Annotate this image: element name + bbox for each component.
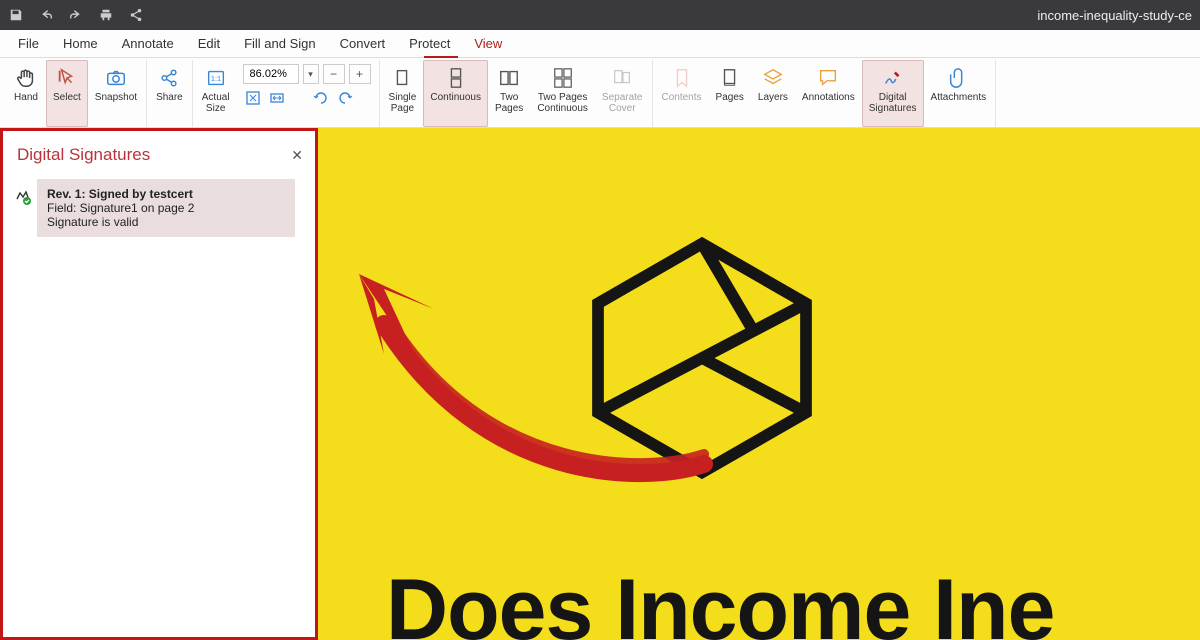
digital-signatures-label: Digital Signatures xyxy=(869,93,917,114)
two-pages-continuous-button[interactable]: Two Pages Continuous xyxy=(530,60,595,127)
fit-width-icon[interactable] xyxy=(267,88,287,108)
digital-signatures-button[interactable]: Digital Signatures xyxy=(862,60,924,127)
continuous-icon xyxy=(443,65,469,91)
actual-size-icon: 1:1 xyxy=(203,65,229,91)
annotations-button[interactable]: Annotations xyxy=(795,60,862,127)
zoom-input[interactable] xyxy=(243,64,299,84)
zoom-group: ▾ − + xyxy=(237,60,377,127)
attachments-label: Attachments xyxy=(931,93,987,104)
menu-home[interactable]: Home xyxy=(51,30,110,57)
valid-signature-icon xyxy=(15,189,31,205)
two-pages-icon xyxy=(496,65,522,91)
select-tool-button[interactable]: Select xyxy=(46,60,88,127)
share-icon[interactable] xyxy=(128,7,144,23)
layers-icon xyxy=(760,65,786,91)
signature-title: Rev. 1: Signed by testcert xyxy=(47,187,285,201)
pages-label: Pages xyxy=(716,93,744,104)
pages-icon xyxy=(717,65,743,91)
hand-label: Hand xyxy=(14,93,38,104)
document-viewport[interactable]: Does Income Ine xyxy=(318,128,1200,640)
menu-view[interactable]: View xyxy=(462,30,514,57)
menu-file[interactable]: File xyxy=(6,30,51,57)
select-label: Select xyxy=(53,93,81,104)
content-area: Digital Signatures ✕ Rev. 1: Signed by t… xyxy=(0,128,1200,640)
digital-signatures-panel: Digital Signatures ✕ Rev. 1: Signed by t… xyxy=(0,128,318,640)
zoom-dropdown[interactable]: ▾ xyxy=(303,64,319,84)
snapshot-label: Snapshot xyxy=(95,93,137,104)
separate-cover-button[interactable]: Separate Cover xyxy=(595,60,650,127)
layers-button[interactable]: Layers xyxy=(751,60,795,127)
redo-icon[interactable] xyxy=(68,7,84,23)
undo-icon[interactable] xyxy=(38,7,54,23)
share-button[interactable]: Share xyxy=(149,60,190,127)
signature-icon xyxy=(880,65,906,91)
continuous-button[interactable]: Continuous xyxy=(423,60,488,127)
hand-icon xyxy=(13,65,39,91)
two-pages-continuous-label: Two Pages Continuous xyxy=(537,93,588,114)
separate-cover-label: Separate Cover xyxy=(602,93,643,114)
contents-label: Contents xyxy=(662,93,702,104)
signature-status: Signature is valid xyxy=(47,215,285,229)
svg-text:1:1: 1:1 xyxy=(211,74,221,83)
share-label: Share xyxy=(156,93,183,104)
menu-annotate[interactable]: Annotate xyxy=(110,30,186,57)
close-icon[interactable]: ✕ xyxy=(291,147,303,164)
bookmark-icon xyxy=(669,65,695,91)
save-icon[interactable] xyxy=(8,7,24,23)
pages-button[interactable]: Pages xyxy=(709,60,751,127)
active-tab-underline xyxy=(424,56,458,58)
continuous-label: Continuous xyxy=(430,93,481,104)
zoom-out-button[interactable]: − xyxy=(323,64,345,84)
signature-entry[interactable]: Rev. 1: Signed by testcert Field: Signat… xyxy=(37,179,295,237)
menubar: File Home Annotate Edit Fill and Sign Co… xyxy=(0,30,1200,58)
fit-page-icon[interactable] xyxy=(243,88,263,108)
single-page-label: Single Page xyxy=(389,93,417,114)
titlebar: income-inequality-study-ce xyxy=(0,0,1200,30)
cursor-icon xyxy=(54,65,80,91)
hexagon-logo xyxy=(572,228,832,488)
document-headline: Does Income Ine xyxy=(386,561,1054,640)
paperclip-icon xyxy=(945,65,971,91)
rotate-ccw-icon[interactable] xyxy=(311,88,331,108)
hand-tool-button[interactable]: Hand xyxy=(6,60,46,127)
single-page-icon xyxy=(389,65,415,91)
two-pages-label: Two Pages xyxy=(495,93,523,114)
ribbon: Hand Select Snapshot Share 1:1 Actual Si… xyxy=(0,58,1200,128)
menu-protect[interactable]: Protect xyxy=(397,30,462,57)
actual-size-label: Actual Size xyxy=(202,93,230,114)
panel-title: Digital Signatures xyxy=(17,145,150,165)
annotations-label: Annotations xyxy=(802,93,855,104)
two-pages-continuous-icon xyxy=(550,65,576,91)
single-page-button[interactable]: Single Page xyxy=(382,60,424,127)
contents-button[interactable]: Contents xyxy=(655,60,709,127)
two-pages-button[interactable]: Two Pages xyxy=(488,60,530,127)
menu-fill-and-sign[interactable]: Fill and Sign xyxy=(232,30,328,57)
attachments-button[interactable]: Attachments xyxy=(924,60,994,127)
rotate-cw-icon[interactable] xyxy=(335,88,355,108)
snapshot-button[interactable]: Snapshot xyxy=(88,60,144,127)
print-icon[interactable] xyxy=(98,7,114,23)
window-title: income-inequality-study-ce xyxy=(1037,8,1192,23)
actual-size-button[interactable]: 1:1 Actual Size xyxy=(195,60,237,127)
share-ribbon-icon xyxy=(156,65,182,91)
layers-label: Layers xyxy=(758,93,788,104)
separate-cover-icon xyxy=(609,65,635,91)
camera-icon xyxy=(103,65,129,91)
signature-field: Field: Signature1 on page 2 xyxy=(47,201,285,215)
menu-edit[interactable]: Edit xyxy=(186,30,232,57)
comment-icon xyxy=(815,65,841,91)
menu-convert[interactable]: Convert xyxy=(328,30,398,57)
zoom-in-button[interactable]: + xyxy=(349,64,371,84)
